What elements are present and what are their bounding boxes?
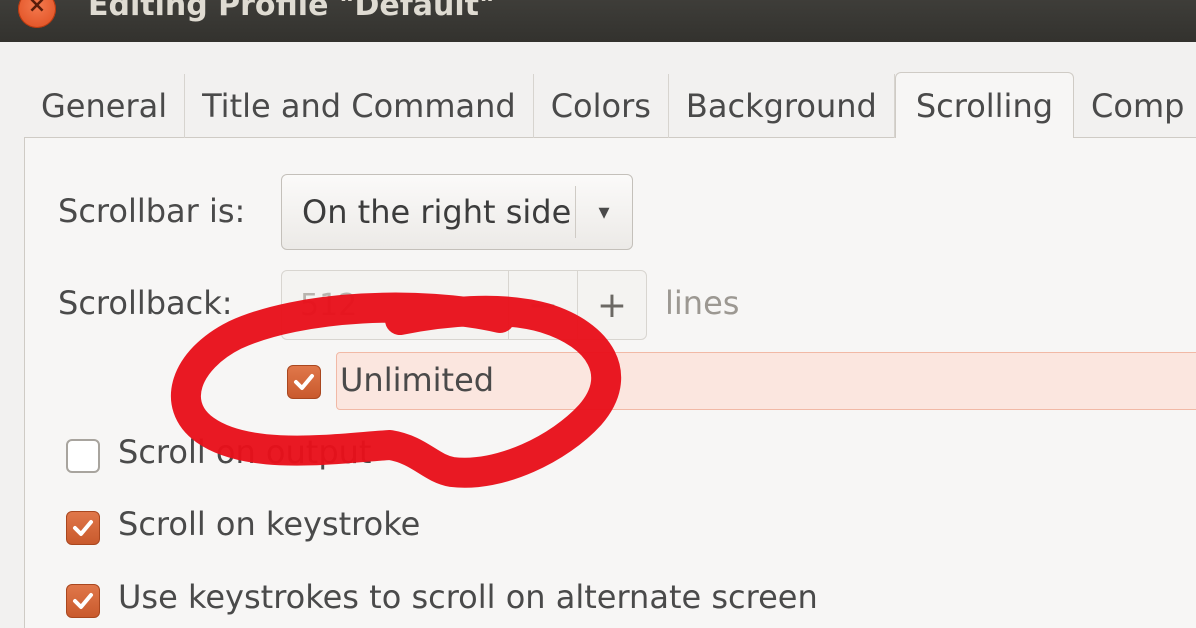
- alternate-screen-label: Use keystrokes to scroll on alternate sc…: [118, 578, 818, 616]
- scrollback-unit-label: lines: [665, 284, 740, 322]
- profile-editor-window: × Editing Profile "Default" General Titl…: [0, 0, 1196, 628]
- window-title: Editing Profile "Default": [88, 0, 495, 23]
- check-icon: [73, 520, 93, 536]
- scrollbar-position-value: On the right side: [302, 193, 572, 231]
- unlimited-label: Unlimited: [340, 361, 495, 399]
- scroll-on-keystroke-checkbox[interactable]: [66, 511, 100, 545]
- scroll-on-output-checkbox[interactable]: [66, 439, 100, 473]
- check-icon: [73, 593, 93, 609]
- tab-bar: General Title and Command Colors Backgro…: [24, 72, 1196, 138]
- close-icon: ×: [27, 0, 47, 18]
- tab-title-and-command[interactable]: Title and Command: [185, 74, 534, 138]
- scrollbar-label: Scrollbar is:: [58, 192, 246, 230]
- tab-background[interactable]: Background: [669, 74, 895, 138]
- tab-compatibility[interactable]: Comp: [1074, 74, 1196, 138]
- chevron-down-icon: ▾: [598, 199, 610, 225]
- check-icon: [294, 374, 314, 390]
- scroll-on-keystroke-label: Scroll on keystroke: [118, 505, 421, 543]
- alternate-screen-checkbox[interactable]: [66, 584, 100, 618]
- close-button[interactable]: ×: [18, 0, 56, 28]
- tab-scrolling[interactable]: Scrolling: [894, 72, 1075, 138]
- increment-button[interactable]: +: [577, 271, 646, 339]
- scrollback-stepper[interactable]: 512 − +: [281, 270, 647, 340]
- scrollbar-position-dropdown[interactable]: On the right side ▾: [281, 174, 633, 250]
- scroll-on-output-label: Scroll on output: [118, 433, 372, 471]
- tab-general[interactable]: General: [24, 74, 186, 138]
- tab-colors[interactable]: Colors: [534, 74, 669, 138]
- scrollback-input[interactable]: 512: [282, 288, 508, 323]
- decrement-button[interactable]: −: [508, 271, 577, 339]
- scrollback-label: Scrollback:: [58, 284, 233, 322]
- title-bar: × Editing Profile "Default": [0, 0, 1196, 42]
- unlimited-checkbox[interactable]: [287, 365, 321, 399]
